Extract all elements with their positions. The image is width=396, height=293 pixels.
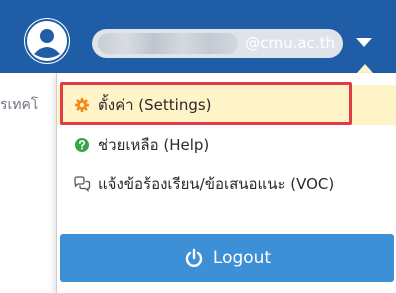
top-navbar: @cmu.ac.th (0, 0, 396, 73)
menu-item-help-label: ช่วยเหลือ (Help) (98, 136, 210, 154)
background-partial-text: รเทคโ (0, 97, 39, 113)
user-avatar-icon[interactable] (24, 18, 70, 64)
logout-label: Logout (212, 248, 272, 268)
logout-button[interactable]: Logout (60, 234, 394, 282)
question-circle-icon (72, 135, 92, 155)
chat-bubbles-icon (72, 174, 92, 194)
user-email-domain: @cmu.ac.th (245, 34, 335, 52)
menu-item-help[interactable]: ช่วยเหลือ (Help) (57, 125, 396, 165)
redacted-username (98, 33, 238, 54)
menu-item-voc-label: แจ้งข้อร้องเรียน/ข้อเสนอแนะ (VOC) (98, 175, 335, 193)
settings-highlight-annotation (60, 82, 352, 125)
power-icon (183, 247, 205, 269)
user-account-button[interactable]: @cmu.ac.th (92, 29, 343, 58)
dropdown-caret-icon[interactable] (356, 38, 372, 47)
menu-item-voc[interactable]: แจ้งข้อร้องเรียน/ข้อเสนอแนะ (VOC) (57, 164, 396, 204)
